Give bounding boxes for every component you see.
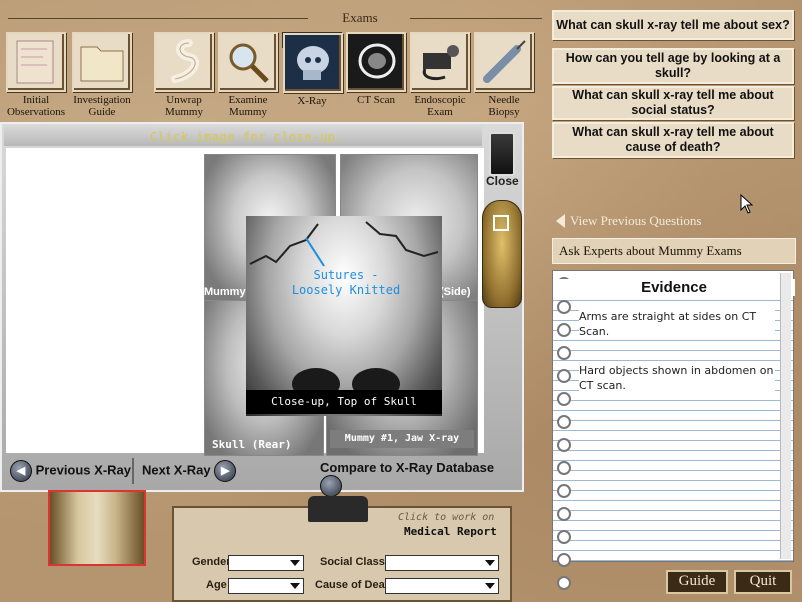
xray-skull-icon <box>283 33 343 93</box>
cause-of-death-select[interactable] <box>385 578 499 594</box>
xray-nav-bar: ◀ Previous X-Ray Next X-Ray ▶ Compare to… <box>6 458 514 497</box>
ask-experts-bar[interactable]: Ask Experts about Mummy Exams <box>552 238 796 264</box>
notebook-scrollbar[interactable] <box>780 273 791 559</box>
tool-initial-observations[interactable]: Initial Observations <box>6 32 66 118</box>
chevron-down-icon <box>290 583 300 589</box>
quit-button[interactable]: Quit <box>734 570 792 594</box>
next-xray-label: Next X-Ray <box>142 462 211 478</box>
tool-investigation-guide[interactable]: Investigation Guide <box>72 32 132 118</box>
tool-unwrap-mummy[interactable]: Unwrap Mummy <box>154 32 214 118</box>
mouse-cursor-icon <box>740 194 754 214</box>
closeup-suture-lines <box>249 221 439 400</box>
tool-label: Unwrap Mummy <box>165 94 203 118</box>
arrow-right-icon: ▶ <box>214 460 237 482</box>
tool-endoscopic-exam[interactable]: Endoscopic Exam <box>410 32 470 118</box>
notes-paper-icon <box>6 32 66 92</box>
clipboard-clip-icon <box>308 496 368 522</box>
sarcophagus-slider[interactable] <box>482 200 522 308</box>
evidence-title: Evidence <box>553 279 795 296</box>
compare-label: Compare to X-Ray Database <box>320 460 495 475</box>
gender-select[interactable] <box>228 555 304 571</box>
close-button[interactable] <box>489 132 515 176</box>
question-age[interactable]: How can you tell age by looking at a sku… <box>552 48 794 84</box>
cause-of-death-label: Cause of Death <box>315 579 396 591</box>
exams-rule-right <box>410 18 542 19</box>
tool-label: X-Ray <box>297 95 327 107</box>
arrow-left-icon <box>556 214 565 228</box>
tool-xray[interactable]: X-Ray <box>282 32 343 107</box>
syringe-icon <box>474 32 534 92</box>
next-xray-button[interactable]: Next X-Ray ▶ <box>142 460 237 482</box>
bandage-icon <box>154 32 214 92</box>
label-side-partial: (Side) <box>440 286 471 298</box>
evidence-notebook: Evidence Arms are straight at sides on C… <box>552 270 795 590</box>
guide-button[interactable]: Guide <box>666 570 728 594</box>
tool-label: Investigation Guide <box>73 94 131 118</box>
report-hint: Click to work on <box>398 512 495 523</box>
closeup-image[interactable]: Sutures - Loosely Knitted Close-up, Top … <box>246 216 442 416</box>
previous-xray-label: Previous X-Ray <box>35 462 131 478</box>
evidence-entry: Hard objects shown in abdomen on CT scan… <box>579 363 775 393</box>
tool-label: Examine Mummy <box>228 94 268 118</box>
arrow-left-icon: ◀ <box>10 460 32 482</box>
social-class-label: Social Class <box>320 556 385 568</box>
evidence-entry: Arms are straight at sides on CT Scan. <box>579 309 775 339</box>
label-jaw-xray: Mummy #1, Jaw X-ray <box>330 430 474 448</box>
endoscope-icon <box>410 32 470 92</box>
closeup-hint: Click image for close-up. <box>150 130 344 144</box>
mummy-case-thumbnail[interactable] <box>48 490 146 566</box>
tool-label: CT Scan <box>357 94 395 106</box>
tool-label: Needle Biopsy <box>488 94 520 118</box>
question-social-status[interactable]: What can skull x-ray tell me about socia… <box>552 86 794 120</box>
question-sex[interactable]: What can skull x-ray tell me about sex? <box>552 10 794 40</box>
tool-label: Endoscopic Exam <box>414 94 466 118</box>
tool-ct-scan[interactable]: CT Scan <box>346 32 406 106</box>
chevron-down-icon <box>485 583 495 589</box>
age-label: Age <box>206 579 227 591</box>
label-skull-rear: Skull (Rear) <box>212 438 292 451</box>
folder-icon <box>72 32 132 92</box>
previous-xray-button[interactable]: ◀ Previous X-Ray <box>10 460 131 482</box>
tool-examine-mummy[interactable]: Examine Mummy <box>218 32 278 118</box>
social-class-select[interactable] <box>385 555 499 571</box>
chevron-down-icon <box>485 560 495 566</box>
slider-selection-box <box>493 215 509 231</box>
question-cause-of-death[interactable]: What can skull x-ray tell me about cause… <box>552 122 794 158</box>
compare-xray-database-button[interactable]: Compare to X-Ray Database <box>320 460 514 497</box>
exams-title: Exams <box>342 10 378 25</box>
age-select[interactable] <box>228 578 304 594</box>
exams-rule-left <box>8 18 308 19</box>
closeup-annotation: Sutures - Loosely Knitted <box>291 268 401 297</box>
round-button-icon <box>320 475 342 497</box>
ct-skull-icon <box>346 32 406 92</box>
closeup-caption: Close-up, Top of Skull <box>246 390 442 414</box>
gender-label: Gender <box>192 556 231 568</box>
notebook-rings <box>557 277 571 599</box>
tool-needle-biopsy[interactable]: Needle Biopsy <box>474 32 534 118</box>
label-mummy-partial: Mummy <box>204 286 246 298</box>
view-previous-questions-link[interactable]: View Previous Questions <box>570 213 701 229</box>
chevron-down-icon <box>290 560 300 566</box>
close-label: Close <box>486 174 519 188</box>
nav-divider <box>132 458 134 484</box>
report-title: Medical Report <box>404 525 497 538</box>
tool-label: Initial Observations <box>6 94 66 118</box>
magnifier-icon <box>218 32 278 92</box>
